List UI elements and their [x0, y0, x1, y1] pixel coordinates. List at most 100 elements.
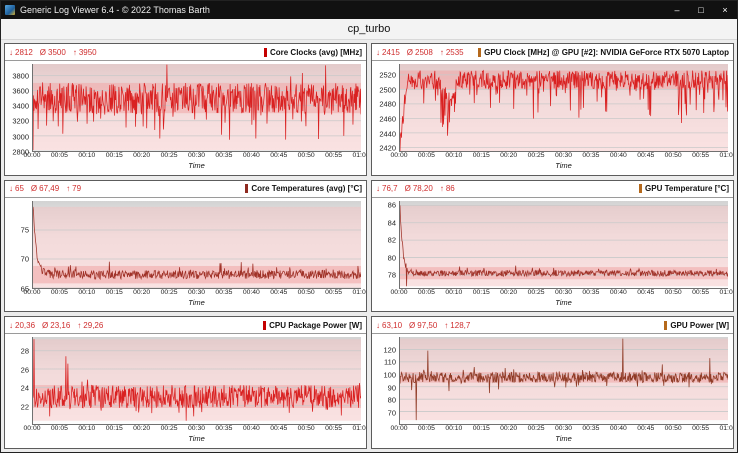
x-tick-label: 00:45 — [270, 290, 287, 297]
x-tick-label: 00:10 — [78, 426, 95, 433]
chart-header: ↓63,10 Ø97,50 ↑128,7 GPU Power [W] — [372, 317, 733, 334]
stat-avg: Ø67,49 — [31, 184, 59, 193]
y-tick-label: 90 — [388, 384, 396, 392]
chart-area: 708090100110120 00:0000:0500:1000:1500:2… — [372, 334, 733, 448]
plot-canvas[interactable] — [32, 201, 361, 289]
x-axis-labels: 00:0000:0500:1000:1500:2000:2500:3000:35… — [399, 425, 728, 434]
x-tick-label: 00:20 — [500, 290, 517, 297]
x-tick-label: 00:10 — [445, 426, 462, 433]
plot-wrap: 00:0000:0500:1000:1500:2000:2500:3000:35… — [32, 64, 361, 175]
y-tick-label: 82 — [388, 237, 396, 245]
stat-avg-value: 67,49 — [39, 184, 59, 193]
x-tick-label: 01:00 — [352, 153, 367, 160]
y-tick-label: 2520 — [379, 71, 396, 79]
x-axis-labels: 00:0000:0500:1000:1500:2000:2500:3000:35… — [32, 289, 361, 298]
average-icon: Ø — [405, 184, 411, 193]
stat-avg: Ø23,16 — [42, 321, 70, 330]
average-icon: Ø — [40, 48, 46, 57]
x-tick-label: 00:00 — [23, 426, 40, 433]
minimize-button[interactable]: – — [665, 1, 689, 19]
x-tick-label: 01:00 — [719, 426, 734, 433]
stat-max: ↑128,7 — [444, 321, 470, 330]
x-tick-label: 00:20 — [500, 426, 517, 433]
stat-max-value: 128,7 — [450, 321, 470, 330]
plot-canvas[interactable] — [32, 337, 361, 425]
maximize-button[interactable]: □ — [689, 1, 713, 19]
x-tick-label: 00:20 — [133, 290, 150, 297]
x-axis-title: Time — [32, 434, 361, 444]
titlebar: Generic Log Viewer 6.4 - © 2022 Thomas B… — [1, 1, 737, 19]
x-tick-label: 01:00 — [352, 290, 367, 297]
chart-area: 242024402460248025002520 00:0000:0500:10… — [372, 61, 733, 175]
x-tick-label: 00:00 — [390, 153, 407, 160]
x-tick-label: 00:35 — [215, 153, 232, 160]
max-arrow-icon: ↑ — [444, 321, 448, 330]
x-tick-label: 00:00 — [390, 290, 407, 297]
max-arrow-icon: ↑ — [440, 48, 444, 57]
plot-canvas[interactable] — [399, 201, 728, 289]
tab-cp-turbo[interactable]: cp_turbo — [348, 23, 391, 35]
x-tick-label: 00:35 — [215, 290, 232, 297]
plot-wrap: 00:0000:0500:1000:1500:2000:2500:3000:35… — [399, 337, 728, 448]
y-tick-label: 100 — [383, 371, 396, 379]
average-icon: Ø — [42, 321, 48, 330]
x-tick-label: 00:35 — [582, 290, 599, 297]
x-tick-label: 00:40 — [243, 426, 260, 433]
app-icon — [5, 5, 15, 15]
y-tick-label: 3000 — [12, 133, 29, 141]
x-tick-label: 00:15 — [106, 290, 123, 297]
x-tick-label: 00:50 — [665, 290, 682, 297]
chart-title: CPU Package Power [W] — [269, 321, 362, 330]
y-tick-label: 70 — [21, 256, 29, 264]
chart-title-box: Core Clocks (avg) [MHz] — [264, 48, 362, 57]
x-tick-label: 00:25 — [528, 153, 545, 160]
x-tick-label: 00:15 — [473, 290, 490, 297]
app-window: Generic Log Viewer 6.4 - © 2022 Thomas B… — [0, 0, 738, 453]
x-tick-label: 00:55 — [692, 426, 709, 433]
chart-stats: ↓65 Ø67,49 ↑79 — [9, 184, 81, 193]
chart-header: ↓2415 Ø2508 ↑2535 GPU Clock [MHz] @ GPU … — [372, 44, 733, 61]
plot-canvas[interactable] — [399, 337, 728, 425]
chart-title-box: CPU Package Power [W] — [263, 321, 362, 330]
chart-title-box: GPU Clock [MHz] @ GPU [#2]: NVIDIA GeFor… — [478, 48, 729, 57]
chart-title: GPU Power [W] — [670, 321, 729, 330]
y-tick-label: 86 — [388, 201, 396, 209]
chart-stats: ↓2812 Ø3500 ↑3950 — [9, 48, 97, 57]
x-tick-label: 00:10 — [445, 153, 462, 160]
max-arrow-icon: ↑ — [440, 184, 444, 193]
stat-min: ↓2812 — [9, 48, 33, 57]
min-arrow-icon: ↓ — [9, 184, 13, 193]
plot-canvas[interactable] — [32, 64, 361, 152]
y-tick-label: 120 — [383, 346, 396, 354]
x-tick-label: 00:40 — [243, 153, 260, 160]
close-button[interactable]: × — [713, 1, 737, 19]
y-tick-label: 3800 — [12, 72, 29, 80]
x-tick-label: 01:00 — [719, 290, 734, 297]
x-tick-label: 00:30 — [555, 290, 572, 297]
stat-avg: Ø78,20 — [405, 184, 433, 193]
max-arrow-icon: ↑ — [77, 321, 81, 330]
y-tick-label: 84 — [388, 219, 396, 227]
y-tick-label: 24 — [21, 384, 29, 392]
x-tick-label: 00:40 — [610, 426, 627, 433]
y-tick-label: 2440 — [379, 130, 396, 138]
stat-min-value: 2415 — [382, 48, 400, 57]
x-tick-label: 00:05 — [418, 153, 435, 160]
min-arrow-icon: ↓ — [9, 48, 13, 57]
y-tick-label: 3600 — [12, 87, 29, 95]
stat-avg: Ø97,50 — [409, 321, 437, 330]
plot-canvas[interactable] — [399, 64, 728, 152]
x-tick-label: 00:55 — [325, 290, 342, 297]
chart-panel-gpu-power: ↓63,10 Ø97,50 ↑128,7 GPU Power [W] 70809… — [371, 316, 734, 449]
data-envelope-band — [33, 340, 361, 422]
stat-min: ↓63,10 — [376, 321, 402, 330]
x-tick-label: 00:05 — [51, 426, 68, 433]
series-color-icon — [664, 321, 667, 330]
x-tick-label: 00:25 — [528, 426, 545, 433]
y-tick-label: 2420 — [379, 145, 396, 153]
x-tick-label: 00:30 — [188, 153, 205, 160]
x-tick-label: 00:25 — [161, 426, 178, 433]
stat-avg: Ø3500 — [40, 48, 66, 57]
x-tick-label: 00:00 — [23, 290, 40, 297]
x-tick-label: 00:55 — [325, 426, 342, 433]
